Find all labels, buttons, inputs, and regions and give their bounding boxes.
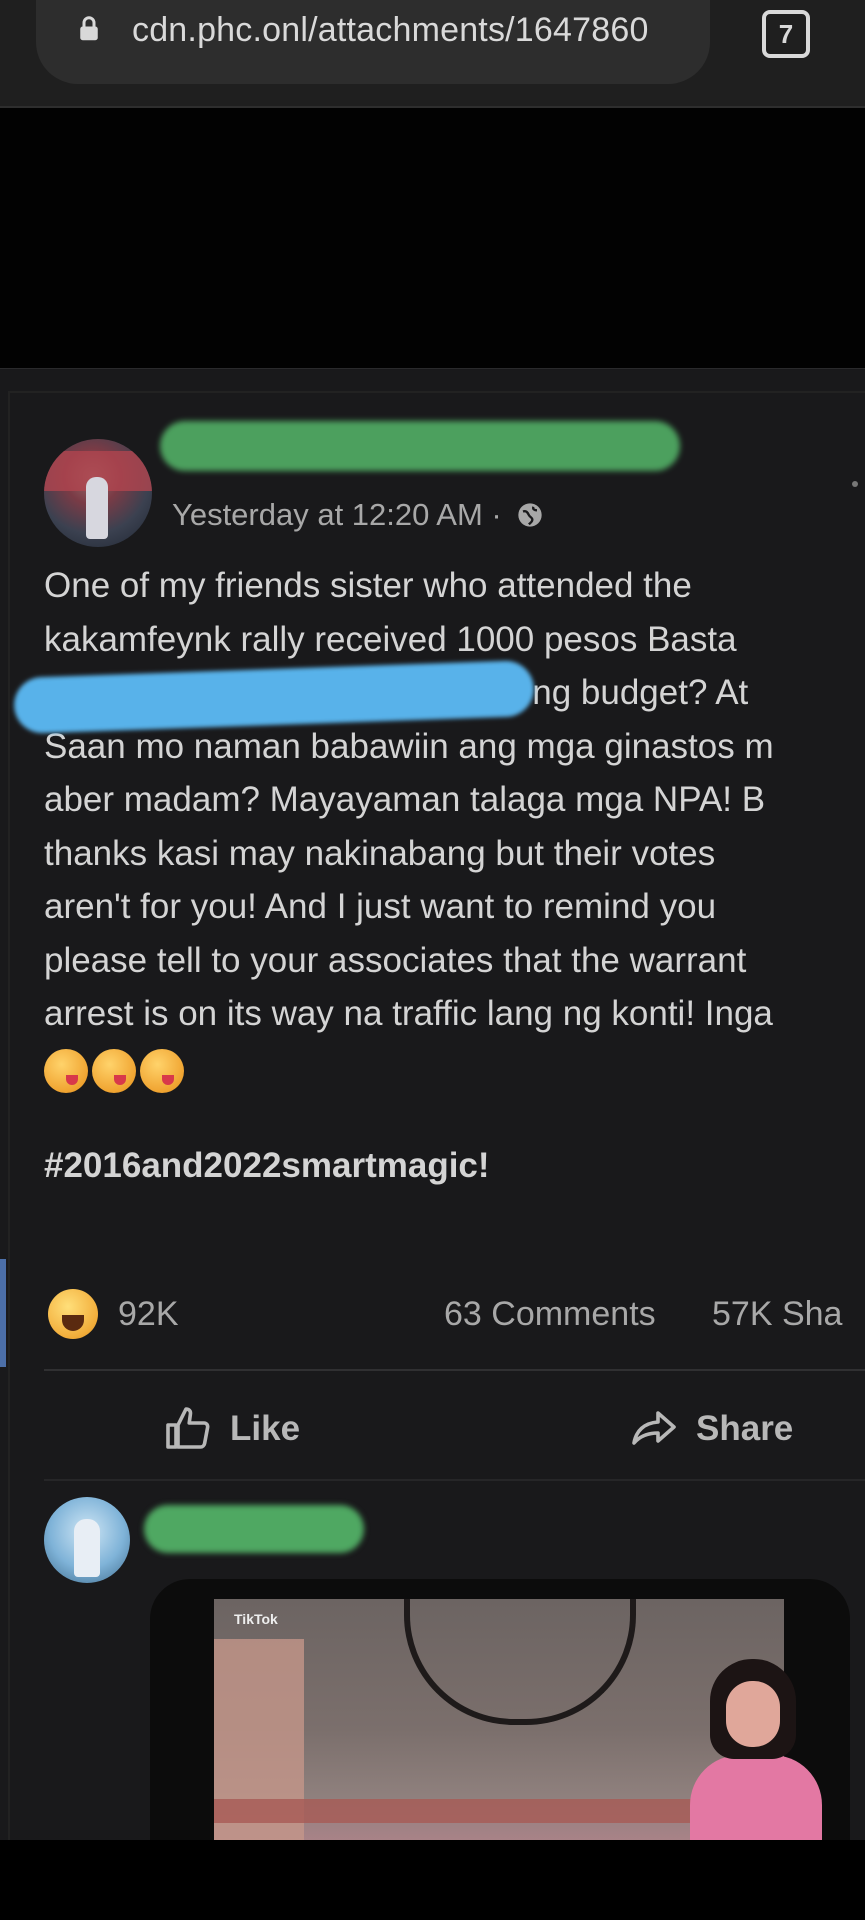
post-line: aren't for you! And I just want to remin… [44, 887, 717, 926]
scroll-indicator [0, 1259, 6, 1367]
redacted-shared-author-name [144, 1505, 364, 1553]
video-person [680, 1659, 830, 1841]
divider [44, 1479, 865, 1481]
post-line: aber madam? Mayayaman talaga mga NPA! B [44, 780, 766, 819]
like-label: Like [230, 1409, 301, 1448]
post-hashtag[interactable]: #2016and2022smartmagic! [44, 1146, 490, 1186]
post-line: arrest is on its way na traffic lang ng … [44, 994, 773, 1033]
thumbs-up-icon [166, 1407, 210, 1449]
timestamp-text: Yesterday at 12:20 AM · [172, 497, 511, 532]
reactions-count[interactable]: 92K [118, 1295, 179, 1334]
lock-icon [80, 16, 98, 41]
globe-icon [518, 503, 543, 527]
facebook-post: Yesterday at 12:20 AM · One of my friend… [0, 368, 865, 1843]
video-necklace [404, 1599, 636, 1725]
browser-toolbar: cdn.phc.onl/attachments/1647860 7 [0, 0, 865, 108]
share-label: Share [696, 1409, 794, 1448]
haha-reaction-icon[interactable] [48, 1289, 98, 1339]
person-face [726, 1681, 780, 1747]
avatar-figure [86, 477, 108, 539]
shares-count[interactable]: 57K Sha [712, 1295, 842, 1334]
share-arrow-icon [632, 1411, 676, 1445]
share-button[interactable]: Share [630, 1399, 793, 1459]
avatar-figure [74, 1519, 100, 1577]
tiktok-video[interactable]: TikTok [150, 1579, 850, 1841]
url-text[interactable]: cdn.phc.onl/attachments/1647860 [132, 11, 649, 50]
post-timestamp[interactable]: Yesterday at 12:20 AM · [172, 497, 544, 533]
divider [44, 1369, 865, 1371]
redacted-author-name [160, 421, 680, 471]
person-body [690, 1755, 822, 1841]
kissing-face-icon [44, 1049, 88, 1093]
post-line: thanks kasi may nakinabang but their vot… [44, 833, 716, 873]
post-line: One of my friends sister who attended th… [44, 566, 692, 605]
more-options-icon[interactable] [852, 481, 858, 487]
address-bar[interactable]: cdn.phc.onl/attachments/1647860 [36, 0, 710, 84]
post-line: please tell to your associates that the … [44, 940, 747, 980]
author-avatar[interactable] [44, 439, 152, 547]
emoji-row [44, 1049, 188, 1099]
tiktok-watermark: TikTok [234, 1611, 278, 1627]
post-body: One of my friends sister who attended th… [44, 559, 865, 1041]
post-line: kakamfeynk rally received 1000 pesos Bas… [44, 619, 737, 659]
kissing-face-icon [92, 1049, 136, 1093]
kissing-face-icon [140, 1049, 184, 1093]
bottom-area [0, 1840, 865, 1920]
shared-post-avatar[interactable] [44, 1497, 130, 1583]
like-button[interactable]: Like [164, 1399, 300, 1459]
comments-count[interactable]: 63 Comments [444, 1295, 656, 1334]
empty-area [0, 108, 865, 368]
tab-switcher-button[interactable]: 7 [762, 10, 810, 58]
